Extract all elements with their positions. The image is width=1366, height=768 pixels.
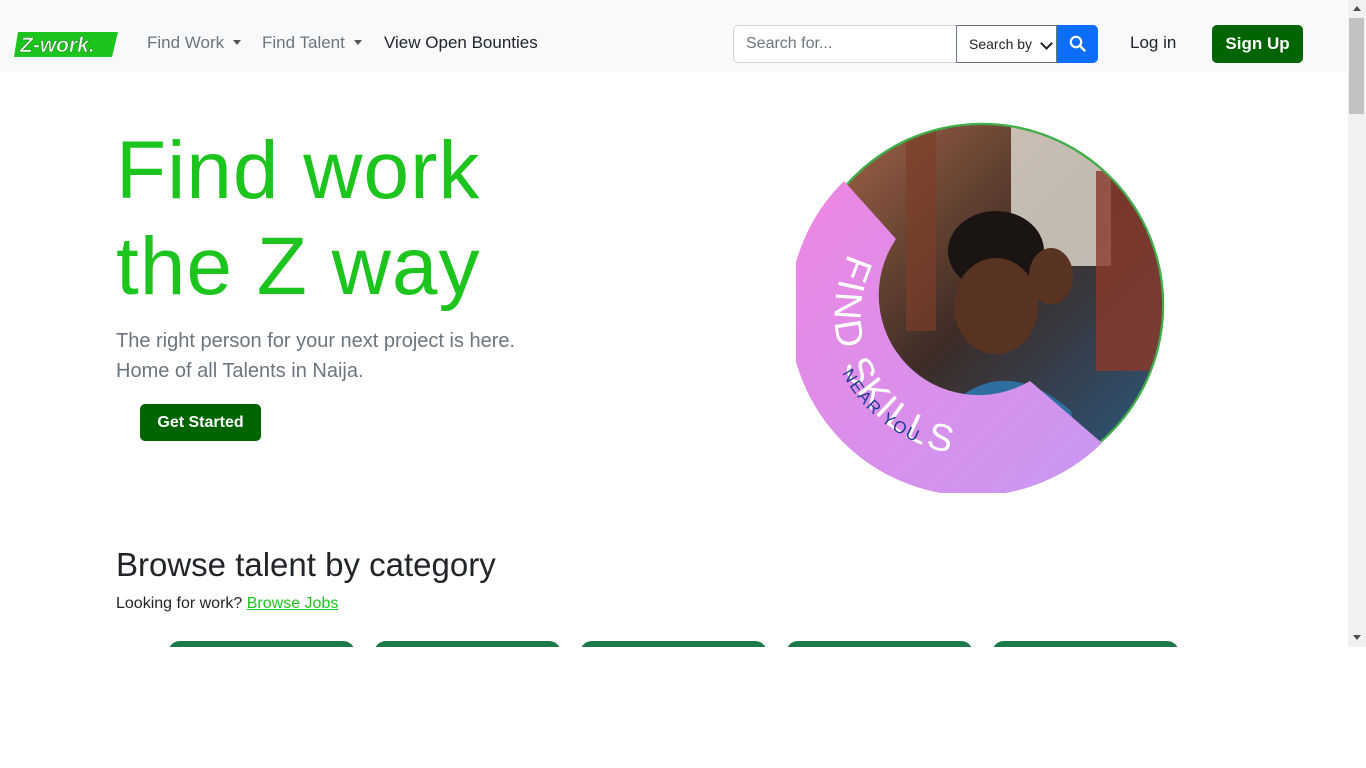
- navbar: Z-work. Find Work Find Talent View Open …: [0, 0, 1348, 72]
- nav-find-work[interactable]: Find Work: [147, 33, 242, 53]
- hero-graphic: FIND SKILLS NEAR YOU: [796, 122, 1165, 493]
- hero-subtitle-line2: Home of all Talents in Naija.: [116, 360, 364, 382]
- browse-prompt: Looking for work? Browse Jobs: [116, 595, 338, 613]
- browse-title: Browse talent by category: [116, 546, 496, 583]
- nav-find-work-label: Find Work: [147, 33, 225, 52]
- hero-title-line2: the Z way: [116, 221, 481, 312]
- hero-title-line1: Find work: [116, 125, 481, 216]
- search-by-select[interactable]: Search by: [956, 25, 1057, 63]
- caret-down-icon: [233, 40, 242, 45]
- category-card[interactable]: [168, 641, 355, 647]
- caret-down-icon: [353, 40, 362, 45]
- search-by-label: Search by: [969, 36, 1033, 52]
- search-icon: [1069, 35, 1086, 52]
- category-card[interactable]: [786, 641, 973, 647]
- scroll-down-icon[interactable]: [1353, 635, 1361, 640]
- nav-find-talent-label: Find Talent: [262, 33, 345, 52]
- svg-text:Z-work.: Z-work.: [19, 34, 95, 57]
- browse-prompt-text: Looking for work?: [116, 595, 243, 612]
- search-input[interactable]: [733, 25, 957, 63]
- search-button[interactable]: [1057, 25, 1098, 63]
- category-card[interactable]: [580, 641, 767, 647]
- chevron-down-icon: [1040, 37, 1053, 50]
- scroll-up-icon[interactable]: [1353, 6, 1361, 11]
- zwork-logo[interactable]: Z-work.: [14, 28, 120, 60]
- get-started-button[interactable]: Get Started: [140, 404, 261, 441]
- page-viewport: Z-work. Find Work Find Talent View Open …: [0, 0, 1348, 647]
- hero-subtitle-line1: The right person for your next project i…: [116, 330, 516, 352]
- category-card[interactable]: [374, 641, 561, 647]
- scrollbar-thumb[interactable]: [1349, 18, 1364, 114]
- browse-jobs-link[interactable]: Browse Jobs: [247, 595, 339, 612]
- nav-find-talent[interactable]: Find Talent: [262, 33, 362, 53]
- nav-view-open-bounties[interactable]: View Open Bounties: [384, 33, 538, 53]
- signup-button[interactable]: Sign Up: [1212, 25, 1303, 63]
- login-link[interactable]: Log in: [1130, 33, 1176, 53]
- category-card[interactable]: [992, 641, 1179, 647]
